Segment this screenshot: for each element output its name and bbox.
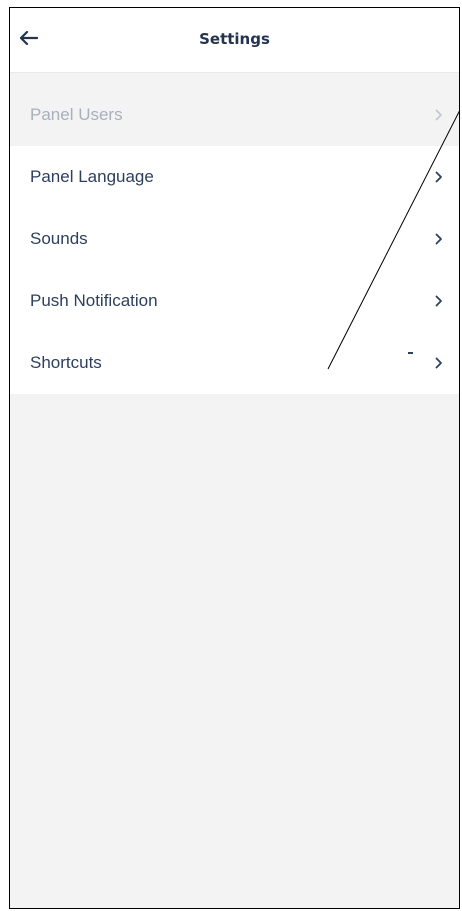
page-title: Settings (199, 30, 270, 48)
dash-mark (408, 352, 413, 354)
chevron-right-icon (433, 293, 445, 309)
settings-item-label: Push Notification (30, 291, 158, 310)
settings-list: Panel Users Panel Language Sounds Push N… (10, 84, 459, 394)
phone-screen: Settings Panel Users Panel Language Soun… (9, 7, 460, 909)
settings-item-panel-language[interactable]: Panel Language (10, 146, 459, 208)
settings-item-label: Sounds (30, 229, 88, 248)
chevron-right-icon (433, 169, 445, 185)
app-header: Settings (10, 8, 459, 73)
settings-item-label: Panel Users (30, 105, 123, 124)
chevron-right-icon (433, 107, 445, 123)
settings-item-panel-users: Panel Users (10, 84, 459, 146)
settings-item-sounds[interactable]: Sounds (10, 208, 459, 270)
chevron-right-icon (433, 355, 445, 371)
settings-item-shortcuts[interactable]: Shortcuts (10, 332, 459, 394)
settings-item-push-notification[interactable]: Push Notification (10, 270, 459, 332)
settings-item-label: Shortcuts (30, 353, 102, 372)
settings-item-label: Panel Language (30, 167, 154, 186)
chevron-right-icon (433, 231, 445, 247)
